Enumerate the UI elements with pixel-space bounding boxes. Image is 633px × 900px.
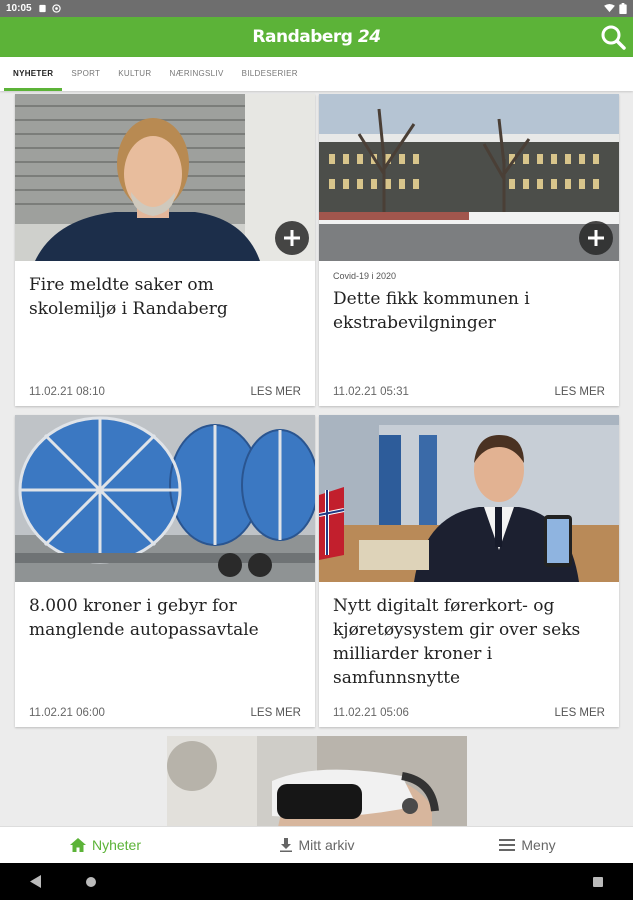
article-title[interactable]: Fire meldte saker om skolemiljø i Randab…: [29, 273, 301, 321]
article-image: [319, 94, 619, 261]
battery-icon: [619, 3, 627, 14]
home-icon: [69, 838, 86, 852]
article-feed: Fire meldte saker om skolemiljø i Randab…: [0, 91, 633, 826]
back-icon[interactable]: [30, 875, 41, 888]
read-more-link[interactable]: LES MER: [251, 707, 302, 719]
read-more-link[interactable]: LES MER: [555, 386, 606, 398]
tab-naeringsliv[interactable]: NÆRINGSLIV: [160, 57, 232, 91]
bottom-navigation: Nyheter Mitt arkiv Meny: [0, 826, 633, 863]
tab-bildeserier[interactable]: BILDESERIER: [233, 57, 307, 91]
article-card[interactable]: Covid-19 i 2020 Dette fikk kommunen i ek…: [319, 94, 619, 406]
save-article-button[interactable]: [275, 221, 309, 255]
article-title[interactable]: 8.000 kroner i gebyr for manglende autop…: [29, 594, 301, 642]
article-date: 11.02.21 05:06: [333, 707, 409, 719]
plus-icon: [284, 230, 300, 246]
read-more-link[interactable]: LES MER: [251, 386, 302, 398]
status-bar: 10:05: [0, 0, 633, 17]
article-image: [167, 736, 467, 826]
brand-number: 24: [357, 27, 381, 47]
article-card[interactable]: 8.000 kroner i gebyr for manglende autop…: [15, 415, 315, 727]
article-card[interactable]: Fire meldte saker om skolemiljø i Randab…: [15, 94, 315, 406]
article-title[interactable]: Nytt digitalt førerkort- og kjøretøysyst…: [333, 594, 605, 690]
menu-icon: [499, 839, 516, 851]
notification-icon: [38, 4, 46, 13]
download-icon: [279, 838, 292, 852]
tab-sport[interactable]: SPORT: [62, 57, 109, 91]
brand-logo: Randaberg 24: [252, 27, 381, 47]
article-image: [15, 415, 315, 582]
nav-nyheter[interactable]: Nyheter: [0, 837, 211, 853]
brand-name: Randaberg: [252, 27, 353, 47]
read-more-link[interactable]: LES MER: [555, 707, 606, 719]
nav-label: Mitt arkiv: [298, 837, 355, 853]
article-image: [319, 415, 619, 582]
plus-icon: [588, 230, 604, 246]
tab-nyheter[interactable]: NYHETER: [4, 57, 63, 91]
article-card-partial[interactable]: [167, 736, 467, 826]
app-header: Randaberg 24: [0, 17, 633, 57]
home-button-icon[interactable]: [86, 877, 96, 887]
article-card[interactable]: Nytt digitalt førerkort- og kjøretøysyst…: [319, 415, 619, 727]
category-tabs: NYHETER SPORT KULTUR NÆRINGSLIV BILDESER…: [0, 57, 633, 91]
system-navigation-bar: [0, 863, 633, 900]
article-date: 11.02.21 06:00: [29, 707, 105, 719]
status-time: 10:05: [6, 3, 32, 14]
nav-label: Meny: [521, 837, 556, 853]
article-date: 11.02.21 08:10: [29, 386, 105, 398]
wifi-icon: [604, 4, 615, 13]
nav-label: Nyheter: [91, 837, 142, 853]
nav-meny[interactable]: Meny: [422, 837, 633, 853]
article-tag: Covid-19 i 2020: [333, 271, 397, 281]
recent-apps-icon[interactable]: [593, 877, 603, 887]
tab-kultur[interactable]: KULTUR: [109, 57, 160, 91]
article-title[interactable]: Dette fikk kommunen i ekstrabevilgninger: [333, 287, 605, 335]
search-icon[interactable]: [599, 23, 627, 51]
nav-mitt-arkiv[interactable]: Mitt arkiv: [211, 837, 422, 853]
at-sign-icon: [51, 4, 61, 13]
article-image: [15, 94, 315, 261]
article-date: 11.02.21 05:31: [333, 386, 409, 398]
save-article-button[interactable]: [579, 221, 613, 255]
